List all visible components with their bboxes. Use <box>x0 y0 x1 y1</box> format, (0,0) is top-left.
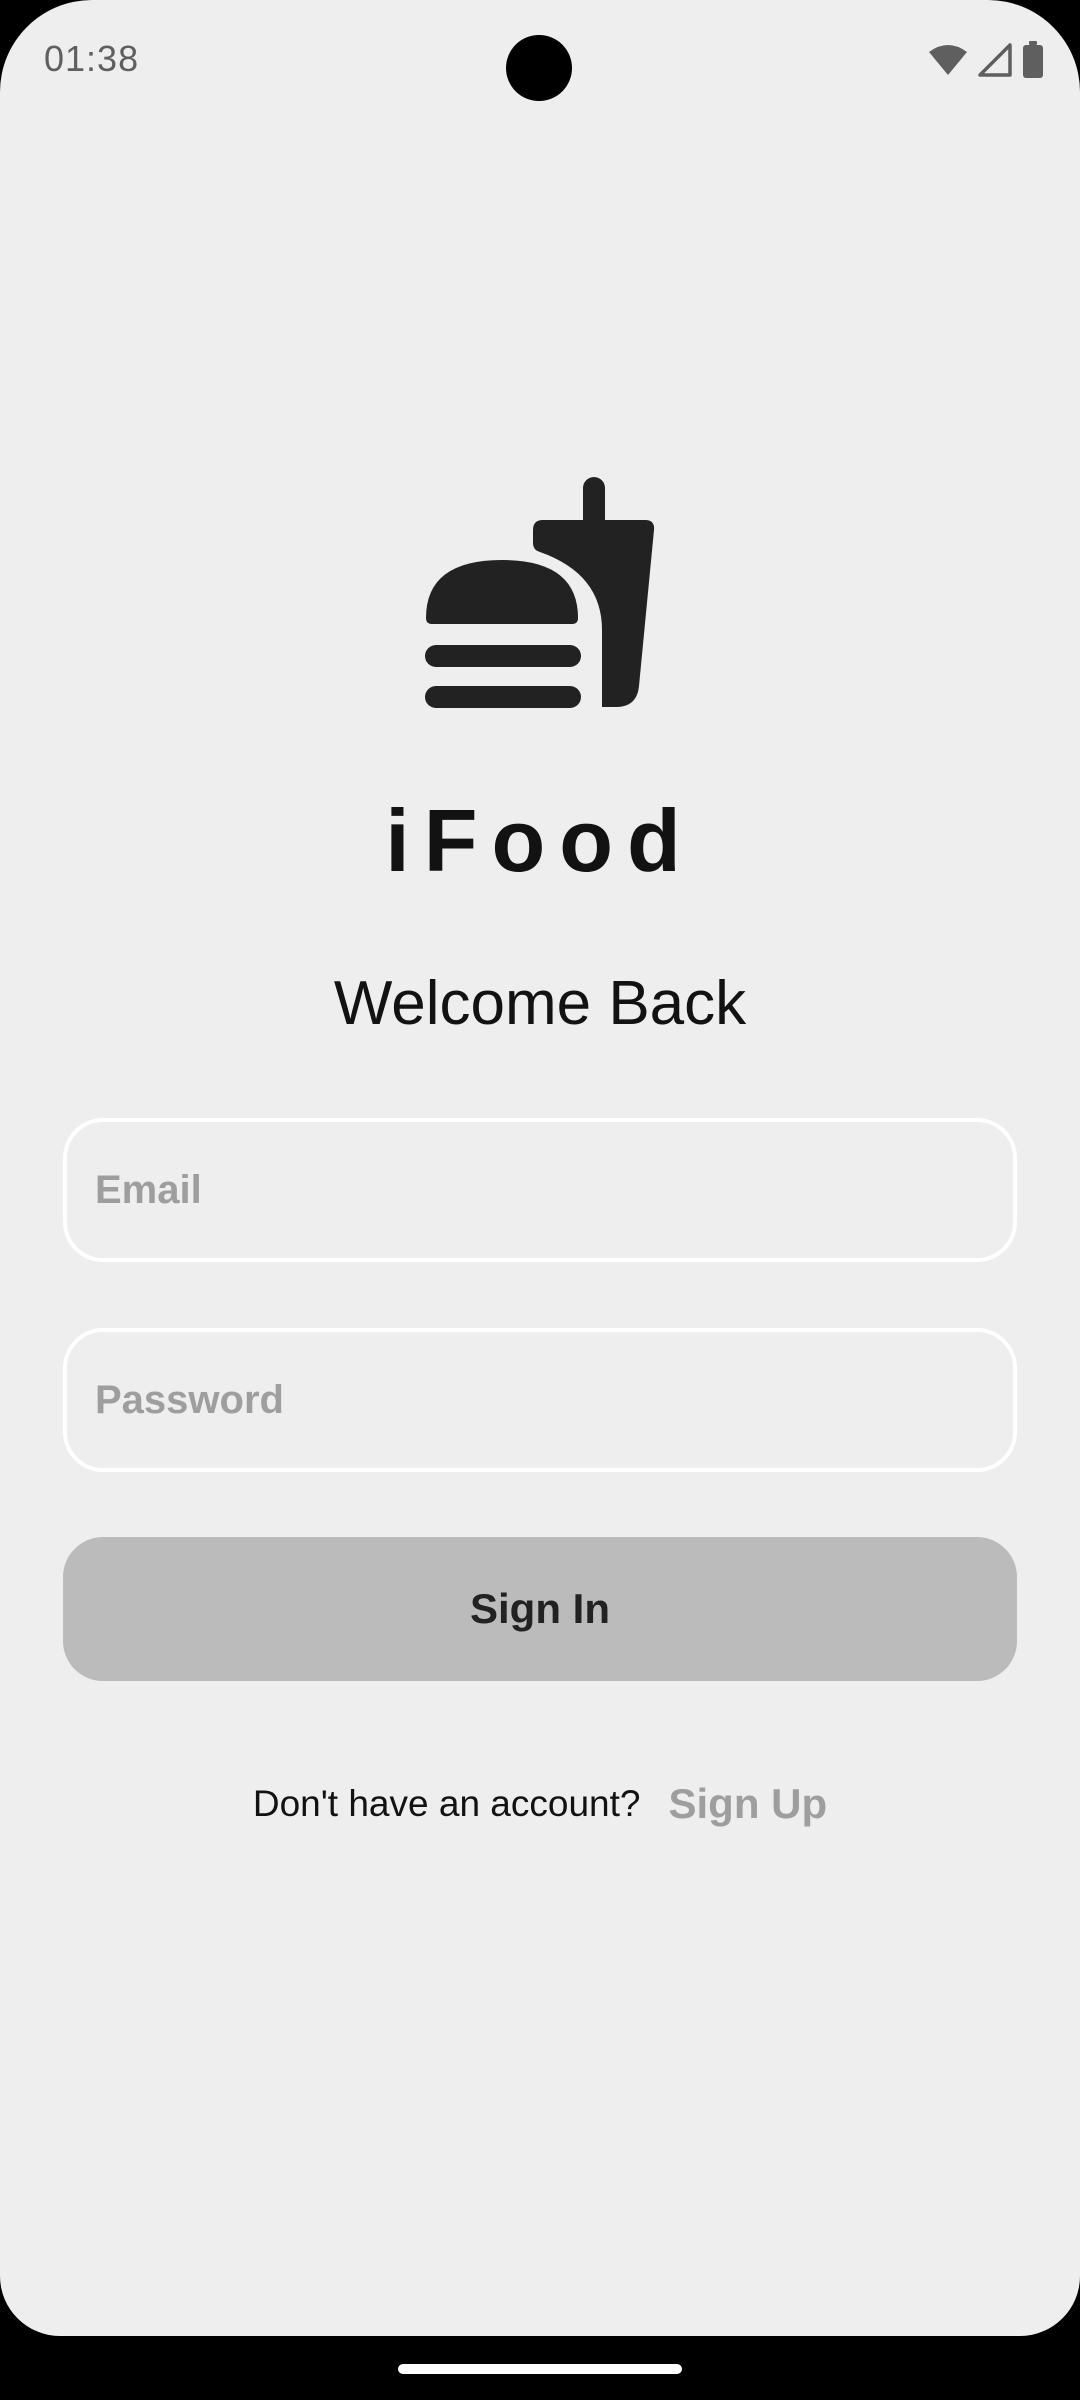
login-screen: 01:38 iFood Welcome Back Email Sign In D… <box>0 0 1080 2336</box>
home-indicator[interactable] <box>398 2364 682 2374</box>
camera-cutout <box>506 35 572 101</box>
cellular-signal-icon <box>978 43 1012 77</box>
password-field[interactable] <box>63 1328 1017 1472</box>
email-field[interactable] <box>63 1118 1017 1262</box>
welcome-heading: Welcome Back <box>333 969 747 1038</box>
app-logo <box>420 470 660 710</box>
sign-in-button[interactable]: Sign In <box>63 1537 1017 1681</box>
battery-icon <box>1022 41 1044 79</box>
sign-up-link[interactable]: Sign Up <box>668 1780 827 1827</box>
status-icons <box>928 40 1044 80</box>
wifi-icon <box>928 44 968 76</box>
burger-and-drink-icon <box>425 477 655 708</box>
status-time: 01:38 <box>44 38 140 79</box>
signup-prompt: Don't have an account? <box>252 1783 641 1824</box>
status-bar: 01:38 <box>0 0 1080 120</box>
signup-row: Don't have an account? Sign Up <box>0 1780 1080 1828</box>
brand-title: iFood <box>385 791 695 890</box>
